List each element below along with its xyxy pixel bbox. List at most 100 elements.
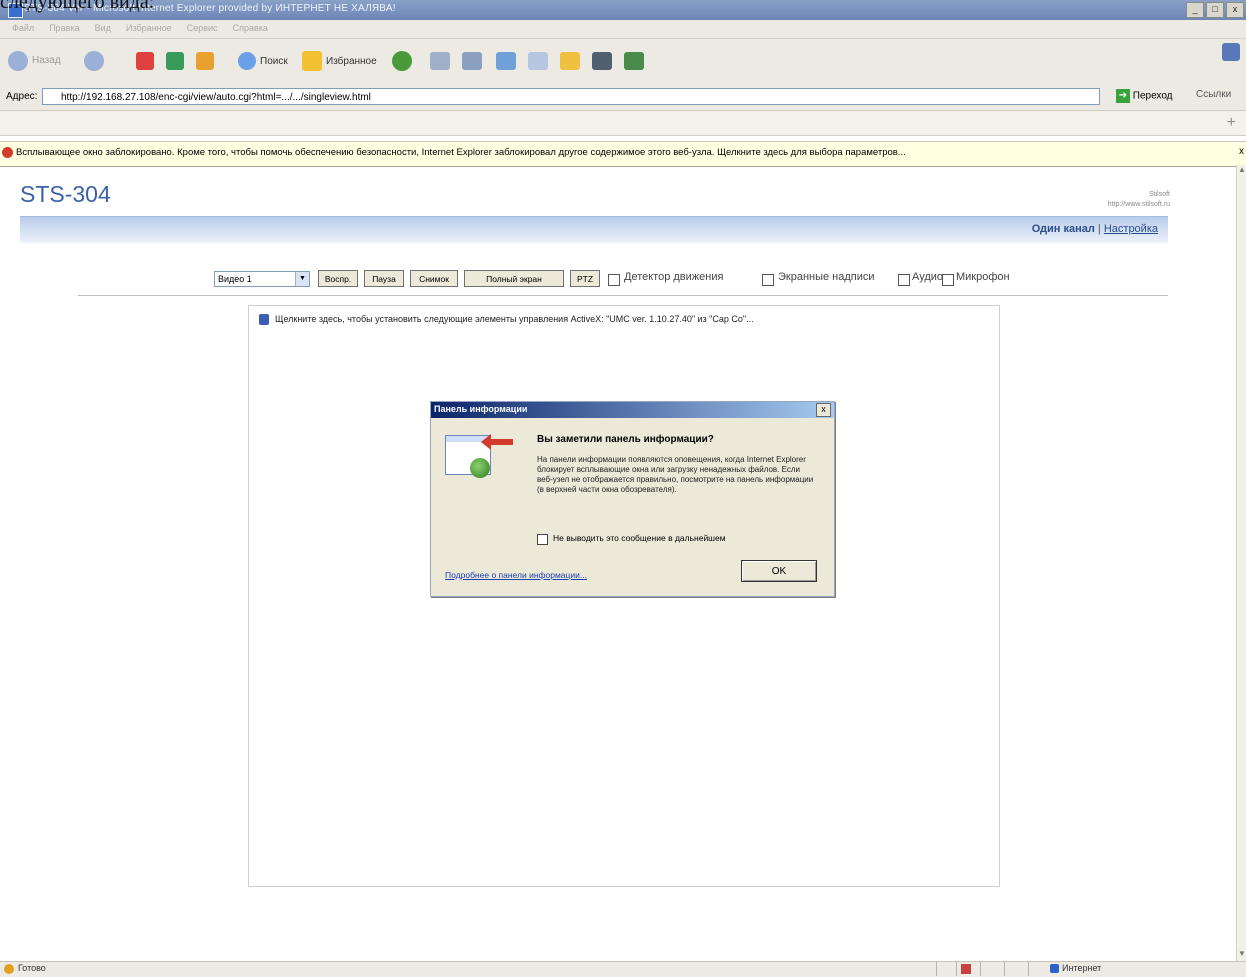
- divider: [78, 295, 1168, 296]
- play-button[interactable]: Воспр.: [318, 270, 358, 287]
- activex-text: Щелкните здесь, чтобы установить следующ…: [275, 314, 754, 324]
- go-label: Переход: [1132, 90, 1173, 102]
- address-label: Адрес:: [6, 91, 38, 102]
- popup-status-icon: [956, 962, 977, 976]
- page-done-icon: [4, 964, 14, 974]
- security-zone[interactable]: Интернет: [1050, 963, 1102, 974]
- security-zone-label: Интернет: [1062, 963, 1102, 973]
- nav-settings-link[interactable]: Настройка: [1104, 223, 1158, 235]
- page-nav: Один канал | Настройка: [1032, 223, 1158, 235]
- chevron-down-icon[interactable]: ▼: [295, 272, 309, 286]
- menu-bar: Файл Правка Вид Избранное Сервис Справка: [0, 20, 1246, 39]
- go-arrow-icon: ➔: [1116, 89, 1130, 103]
- video-select[interactable]: Видео 1 ▼: [214, 271, 310, 287]
- status-cell: [1028, 962, 1029, 976]
- popup-bar-close-icon[interactable]: x: [1239, 146, 1244, 157]
- dont-show-again-label: Не выводить это сообщение в дальнейшем: [553, 533, 726, 543]
- search-icon[interactable]: [238, 52, 256, 70]
- brand-block: Stilsoft http://www.stilsoft.ru: [1060, 190, 1170, 210]
- favorites-label[interactable]: Избранное: [326, 56, 377, 67]
- dialog-heading: Вы заметили панель информации?: [537, 434, 714, 445]
- new-tab-plus-icon[interactable]: +: [1227, 114, 1236, 132]
- red-arrow-icon: [481, 434, 513, 450]
- dialog-title: Панель информации: [434, 404, 528, 414]
- motion-detector-checkbox[interactable]: [608, 274, 620, 286]
- popup-blocked-bar[interactable]: Всплывающее окно заблокировано. Кроме то…: [0, 141, 1246, 167]
- mail-icon[interactable]: [430, 52, 450, 70]
- messenger-icon[interactable]: [624, 52, 644, 70]
- refresh-icon[interactable]: [166, 52, 184, 70]
- window-titlebar: STS-304 Ver - Microsoft Internet Explore…: [0, 0, 1246, 20]
- links-button[interactable]: Ссылки: [1196, 89, 1231, 100]
- audio-checkbox[interactable]: [898, 274, 910, 286]
- back-arrow-icon[interactable]: [8, 51, 28, 71]
- favorites-star-icon[interactable]: [302, 51, 322, 71]
- address-bar: Адрес: http://192.168.27.108/enc-cgi/vie…: [0, 85, 1246, 111]
- onscreen-text-checkbox[interactable]: [762, 274, 774, 286]
- status-cell: [936, 962, 937, 976]
- pause-button[interactable]: Пауза: [364, 270, 404, 287]
- menu-tools[interactable]: Сервис: [187, 23, 218, 33]
- ptz-button[interactable]: PTZ: [570, 270, 600, 287]
- microphone-label: Микрофон: [956, 271, 1010, 283]
- microphone-checkbox[interactable]: [942, 274, 954, 286]
- dialog-close-button[interactable]: x: [816, 403, 831, 417]
- activex-bar[interactable]: Щелкните здесь, чтобы установить следующ…: [259, 314, 754, 326]
- menu-edit[interactable]: Правка: [49, 23, 79, 33]
- nav-separator: |: [1097, 223, 1101, 235]
- learn-more-link[interactable]: Подробнее о панели информации...: [445, 570, 587, 580]
- menu-help[interactable]: Справка: [233, 23, 268, 33]
- info-bar-dialog: Панель информации x Вы заметили панель и…: [430, 401, 835, 597]
- edit-icon[interactable]: [496, 52, 516, 70]
- forward-arrow-icon[interactable]: [84, 51, 104, 71]
- home-icon[interactable]: [196, 52, 214, 70]
- search-label[interactable]: Поиск: [260, 56, 288, 67]
- document-caption: следующего вида:: [0, 0, 155, 13]
- vertical-scrollbar[interactable]: ▲ ▼: [1236, 165, 1246, 961]
- brand-name: Stilsoft: [1148, 191, 1170, 198]
- audio-label: Аудио: [912, 271, 944, 283]
- status-text: Готово: [18, 963, 46, 973]
- back-label[interactable]: Назад: [32, 55, 61, 66]
- dont-show-again-checkbox[interactable]: [537, 534, 548, 545]
- internet-zone-icon: [1050, 964, 1059, 974]
- tab-bar: +: [0, 111, 1246, 136]
- scroll-down-icon[interactable]: ▼: [1237, 949, 1246, 961]
- status-bar: Готово Интернет: [0, 961, 1246, 977]
- popup-blocked-icon: [2, 147, 13, 158]
- nav-current: Один канал: [1031, 223, 1095, 235]
- motion-detector-label: Детектор движения: [624, 271, 724, 283]
- windows-logo-icon: [1222, 43, 1240, 61]
- discuss-icon[interactable]: [528, 52, 548, 70]
- dialog-body: На панели информации появляются оповещен…: [537, 455, 814, 494]
- minimize-button[interactable]: _: [1186, 2, 1204, 18]
- shield-icon: [259, 314, 269, 326]
- dialog-titlebar: Панель информации x: [431, 402, 834, 418]
- onscreen-text-label: Экранные надписи: [778, 271, 875, 283]
- fullscreen-button[interactable]: Полный экран: [464, 270, 564, 287]
- video-select-value: Видео 1: [218, 274, 252, 284]
- stop-icon[interactable]: [136, 52, 154, 70]
- globe-icon: [470, 458, 490, 478]
- status-cell: [980, 962, 981, 976]
- snapshot-button[interactable]: Снимок: [410, 270, 458, 287]
- status-cell: [1004, 962, 1005, 976]
- print-icon[interactable]: [462, 52, 482, 70]
- brand-url[interactable]: http://www.stilsoft.ru: [1060, 200, 1170, 210]
- page-logo: STS-304: [20, 181, 111, 207]
- window-controls: _ □ x: [1184, 2, 1244, 18]
- folder-icon[interactable]: [560, 52, 580, 70]
- scroll-up-icon[interactable]: ▲: [1237, 165, 1246, 177]
- ok-button[interactable]: OK: [741, 560, 817, 582]
- maximize-button[interactable]: □: [1206, 2, 1224, 18]
- menu-file[interactable]: Файл: [12, 23, 34, 33]
- menu-view[interactable]: Вид: [95, 23, 111, 33]
- menu-favorites[interactable]: Избранное: [126, 23, 172, 33]
- go-button[interactable]: ➔ Переход: [1116, 89, 1186, 107]
- popup-blocked-text: Всплывающее окно заблокировано. Кроме то…: [16, 147, 906, 158]
- research-icon[interactable]: [592, 52, 612, 70]
- browser-toolbar: Назад Поиск Избранное: [0, 39, 1246, 86]
- history-icon[interactable]: [392, 51, 412, 71]
- close-window-button[interactable]: x: [1226, 2, 1244, 18]
- address-input[interactable]: http://192.168.27.108/enc-cgi/view/auto.…: [42, 88, 1100, 105]
